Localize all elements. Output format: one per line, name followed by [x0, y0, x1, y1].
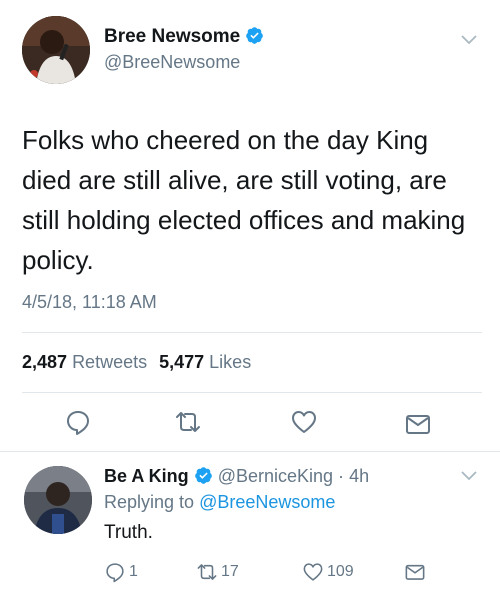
divider — [22, 332, 482, 333]
like-icon — [292, 411, 316, 433]
retweets-label: Retweets — [72, 352, 148, 372]
likes-count: 5,477 — [159, 352, 205, 372]
like-count: 109 — [327, 563, 354, 580]
reply-author-handle[interactable]: @BerniceKing — [218, 466, 333, 486]
like-button[interactable] — [290, 408, 318, 436]
replying-to-link[interactable]: @BreeNewsome — [199, 492, 335, 512]
chevron-down-icon[interactable] — [460, 34, 478, 46]
like-icon — [303, 563, 323, 581]
verified-badge-icon — [194, 467, 212, 484]
reply-retweet-button[interactable]: 17 — [196, 560, 239, 584]
reply-count: 1 — [129, 563, 138, 580]
reply-share-button[interactable] — [404, 560, 429, 584]
separator-dot: · — [338, 466, 345, 486]
retweets-count: 2,487 — [22, 352, 68, 372]
main-tweet: Bree Newsome @BreeNewsome Folks who chee… — [0, 0, 500, 455]
verified-badge-icon — [246, 27, 264, 44]
replying-to: Replying to @BreeNewsome — [104, 492, 335, 513]
likes-label: Likes — [209, 352, 252, 372]
reply-age[interactable]: 4h — [349, 466, 369, 486]
reply-button[interactable] — [64, 408, 92, 436]
reply-header: Be A King @BerniceKing · 4h — [104, 466, 369, 487]
retweet-count: 17 — [221, 563, 239, 580]
replying-prefix: Replying to — [104, 492, 195, 512]
chevron-down-icon[interactable] — [460, 470, 478, 482]
engagement-stats: 2,487 Retweets 5,477 Likes — [22, 352, 251, 373]
author-name-text[interactable]: Bree Newsome — [104, 26, 240, 47]
retweet-icon — [197, 564, 217, 580]
share-icon — [406, 415, 430, 434]
author-handle[interactable]: @BreeNewsome — [104, 52, 240, 73]
author-avatar[interactable] — [22, 16, 90, 84]
divider — [22, 392, 482, 393]
tweet-timestamp[interactable]: 4/5/18, 11:18 AM — [22, 292, 157, 313]
reply-icon — [67, 411, 89, 435]
reply-text: Truth. — [104, 522, 153, 543]
retweet-icon — [176, 412, 200, 432]
reply-like-button[interactable]: 109 — [302, 560, 354, 584]
share-icon — [405, 564, 425, 580]
reply-author-name[interactable]: Be A King — [104, 466, 189, 486]
likes-stat[interactable]: 5,477 Likes — [159, 352, 251, 372]
divider — [0, 451, 500, 452]
author-name[interactable]: Bree Newsome — [104, 26, 264, 48]
reply-reply-button[interactable]: 1 — [104, 560, 138, 584]
tweet-text: Folks who cheered on the day King died a… — [22, 125, 466, 275]
retweets-stat[interactable]: 2,487 Retweets — [22, 352, 147, 372]
retweet-button[interactable] — [174, 408, 202, 436]
share-button[interactable] — [404, 410, 432, 438]
reply-icon — [106, 563, 124, 583]
reply-author-avatar[interactable] — [24, 466, 92, 534]
